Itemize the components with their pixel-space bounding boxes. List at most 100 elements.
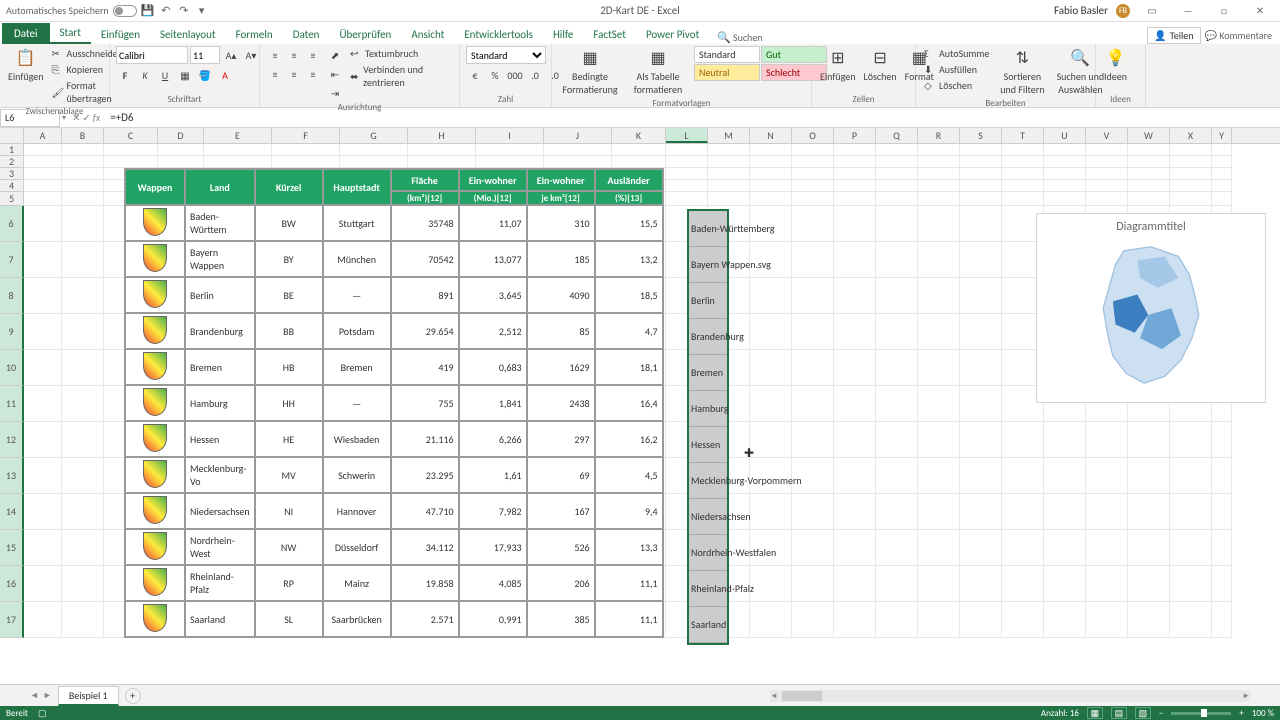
grid-cell[interactable] — [24, 206, 62, 242]
merge-button[interactable]: ⬌Verbinden und zentrieren — [348, 62, 453, 90]
grid-cell[interactable] — [918, 278, 960, 314]
selected-cell[interactable]: Hamburg — [689, 391, 727, 427]
grid-cell[interactable] — [708, 180, 750, 192]
grid-cell[interactable] — [1044, 192, 1086, 206]
haupt-cell[interactable]: Hannover — [323, 493, 391, 529]
grid-cell[interactable] — [408, 156, 476, 168]
grid-cell[interactable] — [612, 144, 666, 156]
grid-cell[interactable] — [918, 192, 960, 206]
grid-cell[interactable] — [918, 494, 960, 530]
grid-cell[interactable] — [708, 168, 750, 180]
zoom-out-icon[interactable]: − — [1159, 708, 1163, 719]
grid-cell[interactable] — [1002, 494, 1044, 530]
grid-cell[interactable] — [1128, 192, 1170, 206]
selection-range[interactable]: Baden-WürttembergBayern Wappen.svgBerlin… — [687, 209, 729, 645]
aus-cell[interactable]: 9,4 — [595, 493, 663, 529]
tab-help[interactable]: Hilfe — [543, 25, 583, 44]
column-header[interactable]: P — [834, 128, 876, 143]
aus-cell[interactable]: 4,7 — [595, 313, 663, 349]
grid-cell[interactable] — [792, 144, 834, 156]
selected-cell[interactable]: Berlin — [689, 283, 727, 319]
zoom-in-icon[interactable]: + — [1239, 708, 1243, 719]
grid-cell[interactable] — [750, 144, 792, 156]
clear-button[interactable]: ◇Löschen — [922, 78, 991, 93]
grid-cell[interactable] — [158, 144, 204, 156]
map-chart[interactable]: Diagrammtitel — [1036, 213, 1266, 403]
grid-cell[interactable] — [834, 566, 876, 602]
selected-cell[interactable]: Rheinland-Pfalz — [689, 571, 727, 607]
grid-cell[interactable] — [1170, 602, 1212, 638]
grid-cell[interactable] — [1044, 168, 1086, 180]
grid-cell[interactable] — [918, 168, 960, 180]
grid-cell[interactable] — [750, 350, 792, 386]
indent-inc-icon[interactable]: ⇥ — [326, 84, 344, 102]
grid-cell[interactable] — [1086, 168, 1128, 180]
ewkm-cell[interactable]: 69 — [527, 457, 595, 493]
grid-cell[interactable] — [24, 144, 62, 156]
grid-cell[interactable] — [1212, 180, 1232, 192]
grid-cell[interactable] — [960, 192, 1002, 206]
grid-cell[interactable] — [1128, 458, 1170, 494]
fl-cell[interactable]: 891 — [391, 277, 459, 313]
minimize-icon[interactable]: — — [1174, 2, 1202, 20]
tab-data[interactable]: Daten — [283, 25, 330, 44]
bold-button[interactable]: F — [116, 66, 134, 84]
ew-cell[interactable]: 3,645 — [459, 277, 527, 313]
grid-cell[interactable] — [62, 314, 104, 350]
selected-cell[interactable]: Hessen — [689, 427, 727, 463]
border-icon[interactable]: ▦ — [176, 66, 194, 84]
grid-cell[interactable] — [1170, 192, 1212, 206]
ewkm-cell[interactable]: 206 — [527, 565, 595, 601]
row-header[interactable]: 5 — [0, 192, 24, 206]
selected-cell[interactable]: Baden-Württemberg — [689, 211, 727, 247]
column-header[interactable]: E — [204, 128, 272, 143]
grid-cell[interactable] — [876, 422, 918, 458]
column-header[interactable]: D — [158, 128, 204, 143]
grid-cell[interactable] — [1044, 530, 1086, 566]
grid-cell[interactable] — [1128, 168, 1170, 180]
grid-cell[interactable] — [876, 458, 918, 494]
column-header[interactable]: L — [666, 128, 708, 143]
font-size-select[interactable] — [190, 46, 220, 64]
grid-cell[interactable] — [876, 350, 918, 386]
ew-cell[interactable]: 0,991 — [459, 601, 527, 637]
fill-button[interactable]: ⬇Ausfüllen — [922, 62, 991, 77]
ew-cell[interactable]: 1,841 — [459, 385, 527, 421]
percent-icon[interactable]: % — [486, 66, 504, 84]
fl-cell[interactable]: 419 — [391, 349, 459, 385]
grid-cell[interactable] — [62, 278, 104, 314]
horizontal-scrollbar[interactable]: ◄ ► — [770, 690, 1250, 702]
grid-cell[interactable] — [1170, 180, 1212, 192]
grid-cell[interactable] — [666, 144, 708, 156]
undo-icon[interactable]: ↶ — [159, 4, 173, 18]
ewkm-cell[interactable]: 167 — [527, 493, 595, 529]
haupt-cell[interactable]: Stuttgart — [323, 205, 391, 241]
column-header[interactable]: N — [750, 128, 792, 143]
column-header[interactable]: C — [104, 128, 158, 143]
column-header[interactable]: F — [272, 128, 340, 143]
cancel-formula-icon[interactable]: ✕ — [72, 111, 80, 124]
grid-cell[interactable] — [876, 180, 918, 192]
grid-cell[interactable] — [272, 156, 340, 168]
grid-cell[interactable] — [62, 156, 104, 168]
grid-cell[interactable] — [960, 278, 1002, 314]
grid-cell[interactable] — [1212, 422, 1232, 458]
cond-format-button[interactable]: ▦Bedingte Formatierung — [558, 46, 622, 98]
kz-cell[interactable]: HE — [255, 421, 323, 457]
grid-cell[interactable] — [544, 144, 612, 156]
grid-cell[interactable] — [1128, 156, 1170, 168]
fl-cell[interactable]: 34.112 — [391, 529, 459, 565]
row-header[interactable]: 16 — [0, 566, 24, 602]
grid-cell[interactable] — [1128, 530, 1170, 566]
grid-cell[interactable] — [918, 566, 960, 602]
grid-cell[interactable] — [1128, 494, 1170, 530]
grid-cell[interactable] — [1128, 422, 1170, 458]
grid-cell[interactable] — [1044, 602, 1086, 638]
column-header[interactable]: A — [24, 128, 62, 143]
grid-cell[interactable] — [918, 386, 960, 422]
column-header[interactable]: K — [612, 128, 666, 143]
grid-cell[interactable] — [834, 168, 876, 180]
grid-cell[interactable] — [1170, 494, 1212, 530]
tab-dev[interactable]: Entwicklertools — [454, 25, 543, 44]
grid-cell[interactable] — [24, 422, 62, 458]
